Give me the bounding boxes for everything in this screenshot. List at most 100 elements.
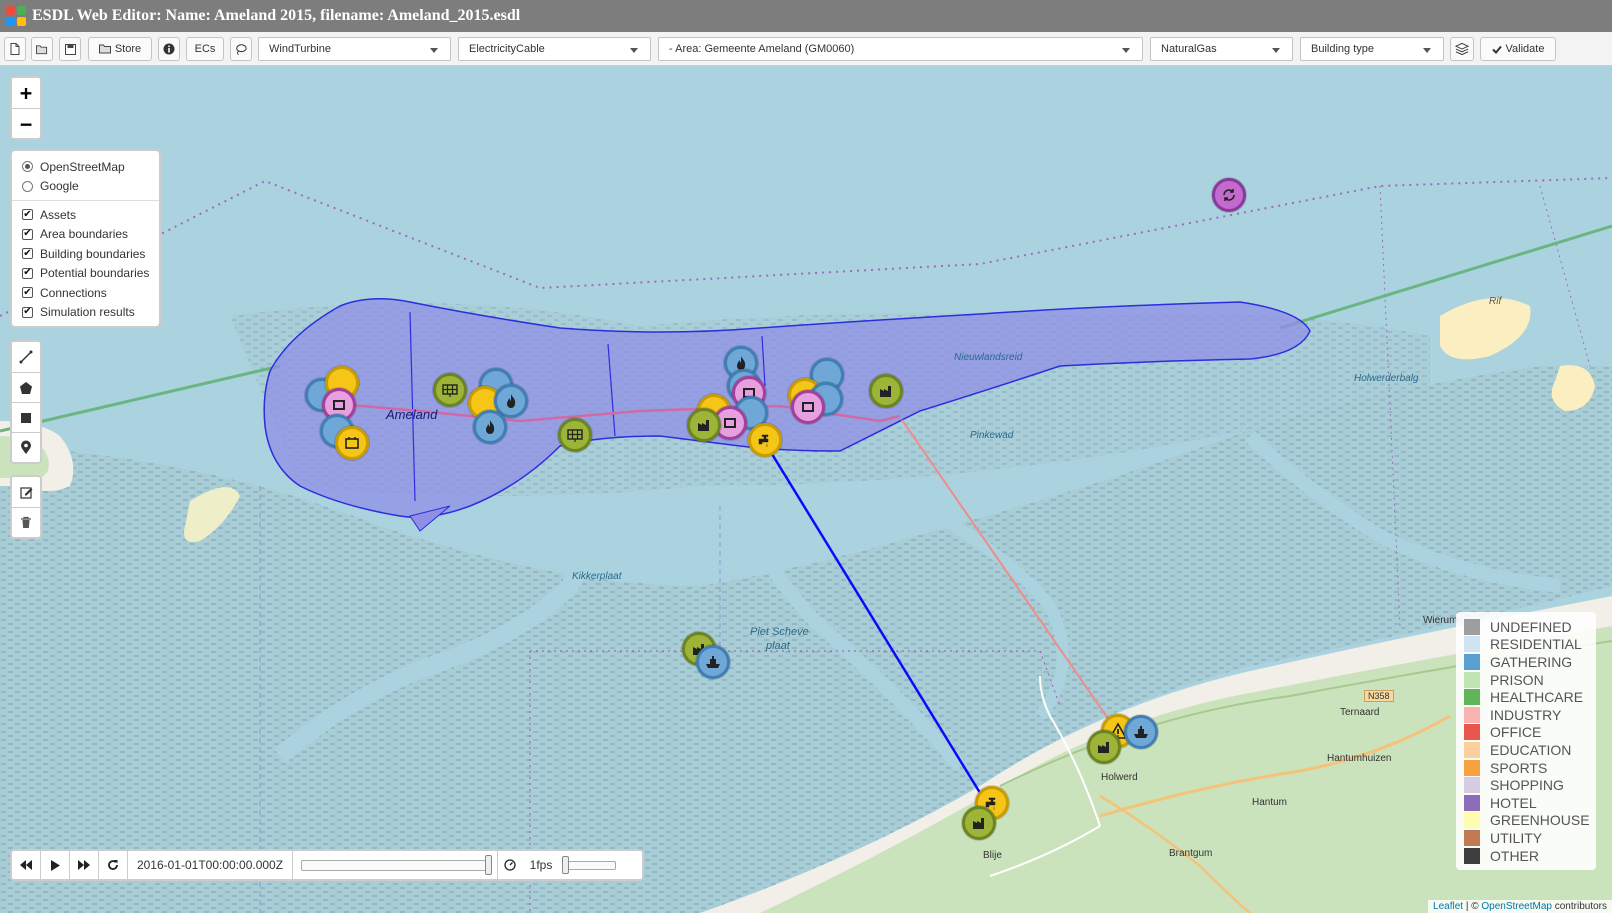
legend-swatch	[1464, 829, 1480, 846]
check-icon	[1491, 45, 1502, 54]
town-label: Wierum	[1423, 615, 1458, 626]
zoom-out-button[interactable]: −	[12, 108, 40, 138]
step-backward-button[interactable]	[12, 851, 41, 879]
building-type-legend: UNDEFINED RESIDENTIAL GATHERING PRISON HEALT…	[1456, 612, 1596, 871]
time-slider[interactable]	[293, 851, 498, 879]
base-layer-openstreetmap[interactable]: OpenStreetMap	[22, 157, 151, 177]
attribution-separator: | ©	[1463, 901, 1482, 912]
store-label: Store	[114, 43, 142, 55]
legend-item: UNDEFINED	[1464, 618, 1590, 636]
overlay-label: Potential boundaries	[40, 266, 150, 281]
gas-producer-icon[interactable]	[962, 806, 996, 840]
legend-item: HEALTHCARE	[1464, 688, 1590, 706]
fps-slider-handle[interactable]	[562, 856, 569, 874]
time-slider-handle[interactable]	[485, 855, 492, 875]
town-label: Brantgum	[1169, 848, 1213, 859]
cable-type-select[interactable]: ElectricityCable	[458, 37, 651, 61]
info-icon	[163, 43, 175, 55]
overlay-simulation-results[interactable]: ✔ Simulation results	[22, 303, 151, 323]
gas-producer-icon[interactable]	[687, 408, 721, 442]
legend-item: GATHERING	[1464, 653, 1590, 671]
validate-button[interactable]: Validate	[1480, 37, 1556, 61]
legend-swatch	[1464, 794, 1480, 811]
loop-button[interactable]	[99, 851, 128, 879]
ship-icon[interactable]	[1124, 715, 1158, 749]
map-label: Rif	[1489, 296, 1502, 307]
new-file-button[interactable]	[4, 37, 26, 61]
legend-swatch	[1464, 653, 1480, 670]
checkbox-checked[interactable]: ✔	[22, 209, 33, 221]
asset-type-value: WindTurbine	[269, 43, 331, 55]
gas-producer-icon[interactable]	[1087, 730, 1121, 764]
overlay-building-boundaries[interactable]: ✔ Building boundaries	[22, 244, 151, 264]
legend-item: GREENHOUSE	[1464, 812, 1590, 830]
lasso-button[interactable]	[230, 37, 252, 61]
map-label: Holwerderbalg	[1354, 373, 1419, 384]
asset-battery-icon[interactable]	[335, 426, 369, 460]
map-label: Pinkewad	[970, 430, 1014, 441]
leaflet-link[interactable]: Leaflet	[1433, 901, 1463, 912]
checkbox-checked[interactable]: ✔	[22, 267, 33, 279]
map-label: Nieuwlandsreid	[954, 352, 1023, 363]
draw-rectangle-button[interactable]	[12, 402, 40, 432]
zoom-in-button[interactable]: +	[12, 78, 40, 108]
asset-type-select[interactable]: WindTurbine	[258, 37, 451, 61]
edit-toolbar	[10, 475, 42, 539]
osm-link[interactable]: OpenStreetMap	[1481, 901, 1552, 912]
delete-layers-button[interactable]	[12, 507, 40, 537]
legend-item: SPORTS	[1464, 759, 1590, 777]
draw-marker-button[interactable]	[12, 432, 40, 462]
legend-swatch	[1464, 671, 1480, 688]
fire-icon[interactable]	[473, 410, 507, 444]
gas-producer-icon[interactable]	[869, 374, 903, 408]
draw-polyline-button[interactable]	[12, 342, 40, 372]
base-layer-google[interactable]: Google	[22, 177, 151, 197]
fps-slider[interactable]	[560, 851, 620, 879]
town-label: Holwerd	[1101, 772, 1138, 783]
draw-polygon-button[interactable]	[12, 372, 40, 402]
edit-layers-button[interactable]	[12, 477, 40, 507]
carrier-select[interactable]: NaturalGas	[1150, 37, 1293, 61]
asset-storage-icon[interactable]	[791, 390, 825, 424]
checkbox-checked[interactable]: ✔	[22, 306, 33, 318]
solar-panel-icon[interactable]	[433, 373, 467, 407]
checkbox-checked[interactable]: ✔	[22, 228, 33, 240]
radio-unselected[interactable]	[22, 180, 33, 192]
town-label: Blije	[983, 850, 1002, 861]
ecs-button[interactable]: ECs	[186, 37, 224, 61]
carrier-value: NaturalGas	[1161, 43, 1217, 55]
draw-toolbar	[10, 340, 42, 464]
step-forward-button[interactable]	[70, 851, 99, 879]
checkbox-checked[interactable]: ✔	[22, 287, 33, 299]
base-layer-label: Google	[40, 179, 79, 194]
solar-panel-icon[interactable]	[558, 418, 592, 452]
map-marker-icon	[21, 440, 31, 454]
building-type-select[interactable]: Building type	[1300, 37, 1444, 61]
backward-icon	[20, 860, 32, 870]
legend-label: GREENHOUSE	[1490, 812, 1590, 829]
legend-item: PRISON	[1464, 671, 1590, 689]
timeline-control: 2016-01-01T00:00:00.000Z 1fps	[10, 849, 644, 881]
save-file-button[interactable]	[59, 37, 81, 61]
overlay-potential-boundaries[interactable]: ✔ Potential boundaries	[22, 264, 151, 284]
open-file-button[interactable]	[31, 37, 53, 61]
info-button[interactable]	[158, 37, 180, 61]
overlay-assets[interactable]: ✔ Assets	[22, 205, 151, 225]
area-select[interactable]: - Area: Gemeente Ameland (GM0060)	[658, 37, 1143, 61]
legend-swatch	[1464, 689, 1480, 706]
ship-icon[interactable]	[696, 645, 730, 679]
store-button[interactable]: Store	[88, 37, 152, 61]
forward-icon	[78, 860, 90, 870]
rectangle-icon	[21, 412, 31, 423]
play-button[interactable]	[41, 851, 70, 879]
overlay-area-boundaries[interactable]: ✔ Area boundaries	[22, 225, 151, 245]
tap-icon[interactable]	[748, 423, 782, 457]
overlay-connections[interactable]: ✔ Connections	[22, 283, 151, 303]
map-view[interactable]: Ameland Nieuwlandsreid Pinkewad Holwerde…	[0, 66, 1612, 913]
radio-selected[interactable]	[22, 161, 33, 173]
asset-converter-icon[interactable]	[1212, 178, 1246, 212]
checkbox-checked[interactable]: ✔	[22, 248, 33, 260]
legend-item: OTHER	[1464, 847, 1590, 865]
layer-control: OpenStreetMap Google ✔ Assets ✔ Area bou…	[10, 149, 161, 328]
layers-button[interactable]	[1450, 37, 1474, 61]
